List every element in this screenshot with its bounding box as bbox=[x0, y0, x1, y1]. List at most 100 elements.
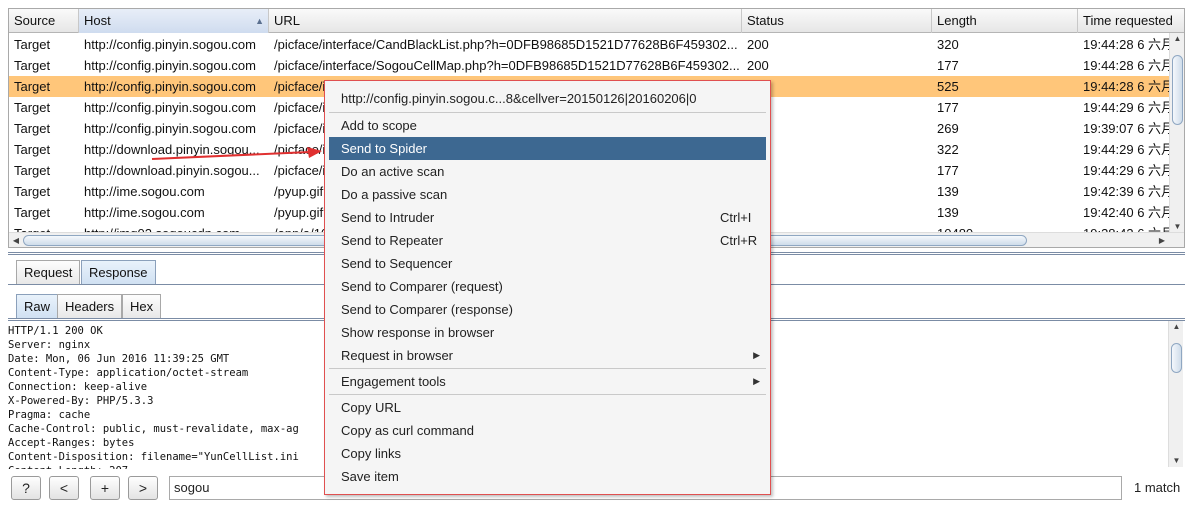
table-cell-length: 139 bbox=[937, 184, 959, 199]
menu-item-label: Send to Comparer (response) bbox=[341, 302, 513, 317]
annotation-arrow-icon bbox=[151, 147, 322, 160]
table-cell-source: Target bbox=[14, 121, 51, 136]
menu-item-do-an-active-scan[interactable]: Do an active scan bbox=[329, 160, 766, 183]
menu-item-send-to-intruder[interactable]: Send to Intruder Ctrl+I bbox=[329, 206, 766, 229]
tab-raw[interactable]: Raw bbox=[16, 294, 59, 319]
column-header-url[interactable]: URL bbox=[269, 9, 742, 33]
menu-item-label: Show response in browser bbox=[341, 325, 495, 340]
menu-item-label: Send to Comparer (request) bbox=[341, 279, 503, 294]
table-cell-length: 320 bbox=[937, 37, 959, 52]
menu-item-shortcut: Ctrl+I bbox=[720, 210, 752, 225]
menu-item-label: Do an active scan bbox=[341, 164, 445, 179]
table-cell-host: http://config.pinyin.sogou.com bbox=[84, 37, 256, 52]
menu-item-copy-url[interactable]: Copy URL bbox=[329, 396, 766, 419]
table-row[interactable]: Target http://config.pinyin.sogou.com/pic… bbox=[9, 34, 1184, 55]
table-cell-host: http://config.pinyin.sogou.com bbox=[84, 58, 256, 73]
menu-item-copy-as-curl-command[interactable]: Copy as curl command bbox=[329, 419, 766, 442]
scroll-up-icon[interactable]: ▲ bbox=[1170, 33, 1184, 45]
table-cell-source: Target bbox=[14, 184, 51, 199]
table-cell-url: /picface/interface/SogouCellMap.php?h=0D… bbox=[274, 58, 740, 73]
table-cell-length: 177 bbox=[937, 163, 959, 178]
menu-item-label: Request in browser bbox=[341, 348, 453, 363]
menu-item-send-to-comparer-response[interactable]: Send to Comparer (response) bbox=[329, 298, 766, 321]
context-menu-url-header: http://config.pinyin.sogou.c...8&cellver… bbox=[341, 91, 697, 106]
menu-item-save-item[interactable]: Save item bbox=[329, 465, 766, 488]
table-vertical-scrollbar[interactable]: ▲ ▼ bbox=[1169, 33, 1184, 233]
menu-item-label: Engagement tools bbox=[341, 374, 446, 389]
table-cell-length: 177 bbox=[937, 100, 959, 115]
table-cell-source: Target bbox=[14, 142, 51, 157]
submenu-arrow-icon: ▶ bbox=[753, 350, 760, 360]
tab-headers[interactable]: Headers bbox=[57, 294, 123, 319]
column-header-time-requested[interactable]: Time requested bbox=[1078, 9, 1184, 33]
column-header-host[interactable]: Host ▲ bbox=[79, 9, 269, 33]
scroll-left-icon[interactable]: ◀ bbox=[10, 234, 22, 247]
match-count: 1 match bbox=[1134, 480, 1181, 495]
table-cell-source: Target bbox=[14, 79, 51, 94]
table-cell-host: http://config.pinyin.sogou.com bbox=[84, 79, 256, 94]
column-header-length[interactable]: Length bbox=[932, 9, 1078, 33]
menu-item-add-to-scope[interactable]: Add to scope bbox=[329, 114, 766, 137]
table-cell-source: Target bbox=[14, 100, 51, 115]
raw-vertical-scrollbar[interactable]: ▲ ▼ bbox=[1168, 321, 1183, 467]
menu-item-shortcut: Ctrl+R bbox=[720, 233, 758, 248]
menu-item-label: Copy as curl command bbox=[341, 423, 474, 438]
menu-item-label: Add to scope bbox=[341, 118, 417, 133]
table-cell-status: 200 bbox=[747, 58, 769, 73]
table-cell-source: Target bbox=[14, 37, 51, 52]
table-row[interactable]: Target http://config.pinyin.sogou.com/pic… bbox=[9, 55, 1184, 76]
table-cell-length: 322 bbox=[937, 142, 959, 157]
column-header-status[interactable]: Status bbox=[742, 9, 932, 33]
table-cell-length: 525 bbox=[937, 79, 959, 94]
column-header-host-label: Host bbox=[84, 13, 111, 28]
table-cell-host: http://ime.sogou.com bbox=[84, 184, 205, 199]
table-cell-length: 177 bbox=[937, 58, 959, 73]
menu-item-label: Send to Repeater bbox=[341, 233, 443, 248]
previous-match-button[interactable]: < bbox=[49, 476, 79, 500]
table-cell-host: http://config.pinyin.sogou.com bbox=[84, 121, 256, 136]
tab-response[interactable]: Response bbox=[81, 260, 156, 285]
menu-item-send-to-repeater[interactable]: Send to Repeater Ctrl+R bbox=[329, 229, 766, 252]
table-cell-length: 269 bbox=[937, 121, 959, 136]
scroll-right-icon[interactable]: ▶ bbox=[1156, 234, 1168, 247]
table-cell-length: 139 bbox=[937, 205, 959, 220]
tab-hex[interactable]: Hex bbox=[122, 294, 162, 319]
table-cell-host: http://ime.sogou.com bbox=[84, 205, 205, 220]
next-match-button[interactable]: > bbox=[128, 476, 158, 500]
menu-separator bbox=[329, 394, 766, 395]
menu-item-send-to-sequencer[interactable]: Send to Sequencer bbox=[329, 252, 766, 275]
add-button[interactable]: + bbox=[90, 476, 120, 500]
menu-separator bbox=[329, 368, 766, 369]
menu-item-label: Copy URL bbox=[341, 400, 401, 415]
table-cell-host: http://config.pinyin.sogou.com bbox=[84, 100, 256, 115]
menu-item-send-to-spider[interactable]: Send to Spider bbox=[329, 137, 766, 160]
menu-item-label: Send to Sequencer bbox=[341, 256, 453, 271]
context-menu-items: http://config.pinyin.sogou.c...8&cellver… bbox=[329, 85, 766, 490]
submenu-arrow-icon: ▶ bbox=[753, 376, 760, 386]
menu-item-label: Do a passive scan bbox=[341, 187, 448, 202]
menu-item-request-in-browser[interactable]: Request in browser ▶ bbox=[329, 344, 766, 367]
table-cell-status: 200 bbox=[747, 37, 769, 52]
menu-item-copy-links[interactable]: Copy links bbox=[329, 442, 766, 465]
menu-item-engagement-tools[interactable]: Engagement tools ▶ bbox=[329, 370, 766, 393]
help-button[interactable]: ? bbox=[11, 476, 41, 500]
menu-item-label: Save item bbox=[341, 469, 399, 484]
menu-item-label: Copy links bbox=[341, 446, 401, 461]
sort-ascending-icon: ▲ bbox=[255, 16, 264, 26]
menu-item-show-response-in-browser[interactable]: Show response in browser bbox=[329, 321, 766, 344]
menu-item-send-to-comparer-request[interactable]: Send to Comparer (request) bbox=[329, 275, 766, 298]
raw-scroll-thumb[interactable] bbox=[1171, 343, 1182, 373]
tab-request[interactable]: Request bbox=[16, 260, 81, 285]
menu-separator bbox=[329, 112, 766, 113]
raw-scroll-down-icon[interactable]: ▼ bbox=[1169, 455, 1184, 467]
table-cell-source: Target bbox=[14, 58, 51, 73]
column-header-source[interactable]: Source bbox=[9, 9, 79, 33]
raw-scroll-up-icon[interactable]: ▲ bbox=[1169, 321, 1184, 333]
table-vertical-scroll-thumb[interactable] bbox=[1172, 55, 1183, 125]
table-header: Source Host ▲ URL Status Length Time req… bbox=[9, 9, 1184, 33]
table-cell-source: Target bbox=[14, 163, 51, 178]
menu-item-label: Send to Intruder bbox=[341, 210, 435, 225]
table-cell-source: Target bbox=[14, 205, 51, 220]
table-cell-url: /picface/interface/CandBlackList.php?h=0… bbox=[274, 37, 738, 52]
menu-item-do-a-passive-scan[interactable]: Do a passive scan bbox=[329, 183, 766, 206]
